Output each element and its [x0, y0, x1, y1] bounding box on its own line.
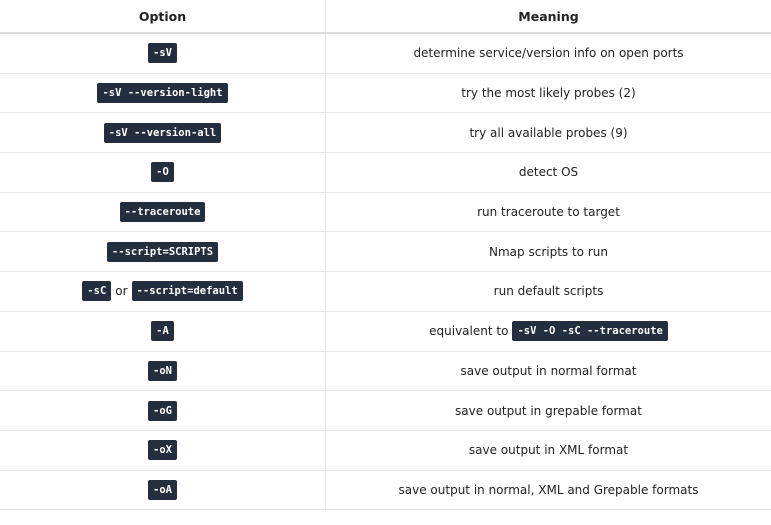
meaning-cell: Nmap scripts to run	[326, 232, 771, 271]
meaning-text: save output in XML format	[468, 443, 629, 458]
meaning-text: save output in grepable format	[455, 403, 642, 418]
option-code: -sC	[82, 281, 112, 302]
option-code: -oX	[148, 440, 177, 461]
meaning-cell: try the most likely probes (2)	[326, 74, 771, 113]
option-code: -oG	[148, 400, 177, 421]
option-cell: --traceroute	[0, 192, 326, 232]
nmap-options-table: Option Meaning -sV determine service/ver…	[0, 0, 771, 511]
table-row: -sV --version-light try the most likely …	[0, 73, 771, 114]
meaning-cell: determine service/version info on open p…	[326, 34, 771, 73]
option-code: -oN	[148, 360, 177, 381]
meaning-text: equivalent to	[429, 324, 509, 339]
table-row: -sV --version-all try all available prob…	[0, 113, 771, 154]
table-row: -oG save output in grepable format	[0, 391, 771, 431]
meaning-cell: save output in grepable format	[326, 391, 771, 430]
option-cell: -sV	[0, 34, 326, 73]
meaning-cell: run traceroute to target	[326, 193, 771, 232]
option-cell: -sV --version-all	[0, 113, 326, 153]
option-code: -sV --version-light	[97, 83, 228, 104]
meaning-text: Nmap scripts to run	[489, 244, 608, 259]
option-code: -A	[151, 321, 174, 342]
meaning-code: -sV -O -sC --traceroute	[512, 321, 668, 342]
meaning-cell: save output in XML format	[326, 431, 771, 470]
option-code: -O	[151, 162, 174, 183]
meaning-cell: save output in normal, XML and Grepable …	[326, 471, 771, 510]
option-cell: -sV --version-light	[0, 73, 326, 113]
option-code: -oA	[148, 479, 177, 500]
meaning-text: detect OS	[518, 165, 579, 180]
meaning-cell: try all available probes (9)	[326, 113, 771, 152]
table-header-row: Option Meaning	[0, 0, 771, 34]
option-cell: --script=SCRIPTS	[0, 232, 326, 272]
meaning-text: save output in normal, XML and Grepable …	[398, 482, 699, 497]
table-row: --script=SCRIPTS Nmap scripts to run	[0, 232, 771, 273]
option-column-header: Option	[0, 0, 326, 32]
table-row: -oX save output in XML format	[0, 430, 771, 471]
meaning-text: determine service/version info on open p…	[413, 46, 684, 61]
option-cell: -oG	[0, 391, 326, 430]
meaning-text: save output in normal format	[460, 363, 637, 378]
option-cell: -A	[0, 311, 326, 351]
meaning-cell: detect OS	[326, 153, 771, 192]
option-separator: or	[115, 284, 128, 299]
meaning-cell: equivalent to -sV -O -sC --traceroute	[326, 312, 771, 351]
option-cell: -oA	[0, 470, 326, 510]
table-row: -oA save output in normal, XML and Grepa…	[0, 470, 771, 511]
option-code: --traceroute	[119, 202, 206, 223]
option-cell: -O	[0, 153, 326, 192]
option-code: --script=default	[131, 281, 243, 302]
option-code: -sV --version-all	[103, 122, 222, 143]
meaning-cell: run default scripts	[326, 272, 771, 311]
option-cell: -oN	[0, 351, 326, 391]
table-row: -sC or --script=default run default scri…	[0, 272, 771, 312]
table-row: -A equivalent to -sV -O -sC --traceroute	[0, 311, 771, 352]
table-row: -O detect OS	[0, 153, 771, 193]
meaning-text: run traceroute to target	[477, 205, 620, 220]
option-cell: -sC or --script=default	[0, 272, 326, 311]
meaning-text: run default scripts	[493, 284, 604, 299]
meaning-text: try the most likely probes (2)	[461, 86, 636, 101]
table-row: -sV determine service/version info on op…	[0, 34, 771, 74]
table-row: -oN save output in normal format	[0, 351, 771, 392]
table-row: --traceroute run traceroute to target	[0, 192, 771, 233]
option-code: --script=SCRIPTS	[106, 241, 219, 262]
meaning-cell: save output in normal format	[326, 352, 771, 391]
option-cell: -oX	[0, 430, 326, 470]
meaning-column-header: Meaning	[518, 8, 579, 24]
option-code: -sV	[148, 43, 177, 64]
meaning-text: try all available probes (9)	[469, 125, 628, 140]
